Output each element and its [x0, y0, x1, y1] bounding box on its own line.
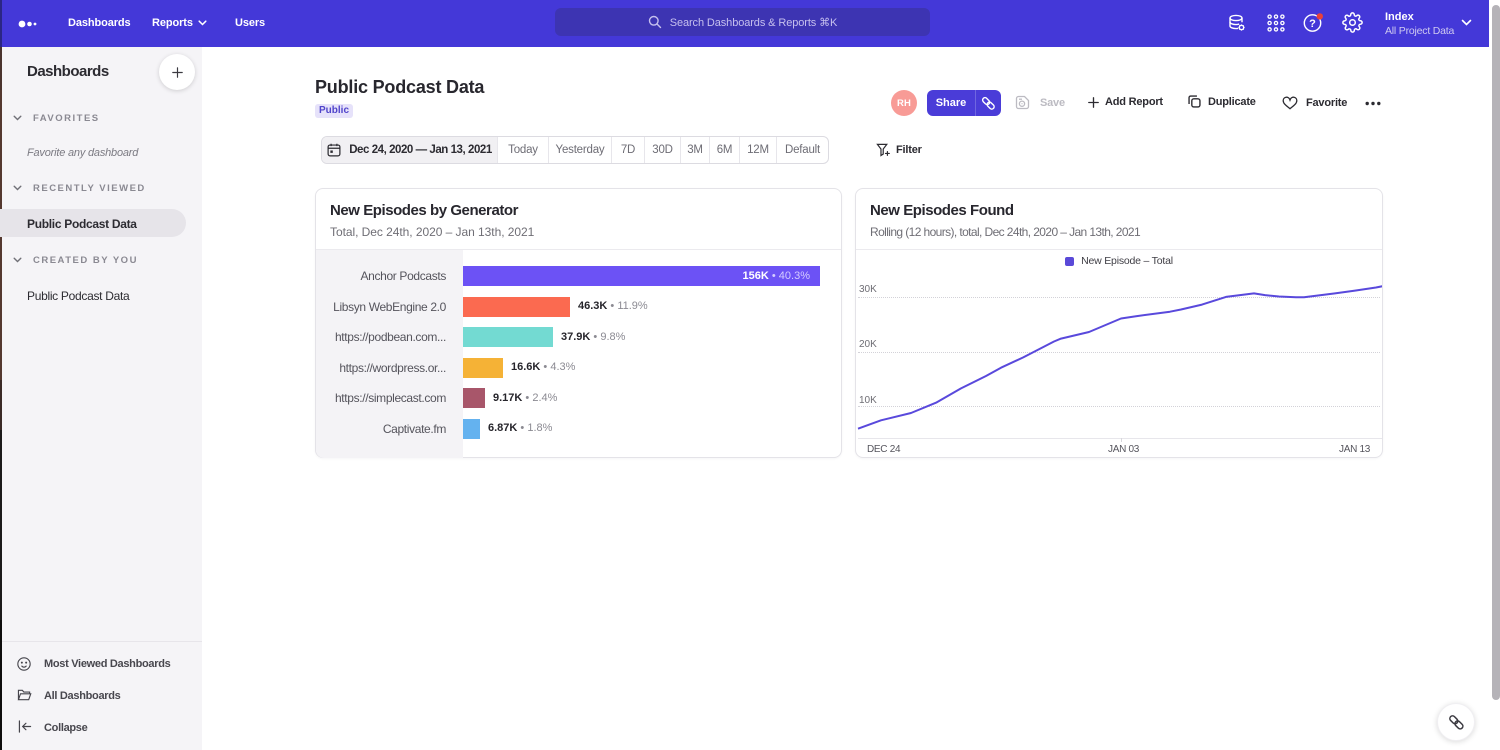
- svg-text:?: ?: [1309, 18, 1316, 30]
